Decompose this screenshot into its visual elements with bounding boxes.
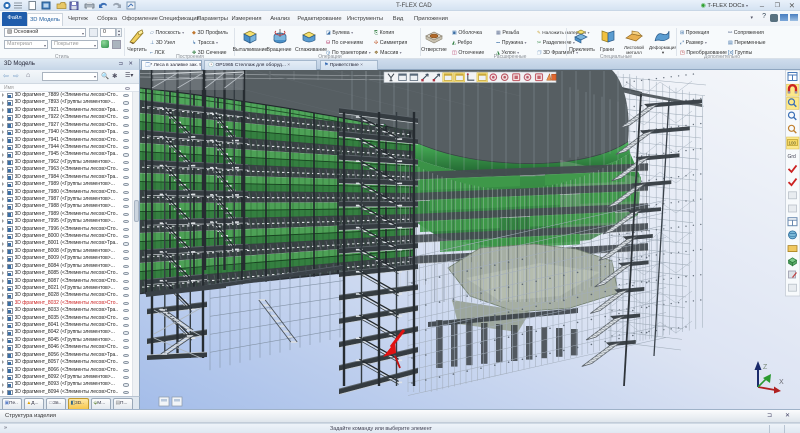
svg-text:Z: Z bbox=[763, 364, 768, 371]
svg-text:X: X bbox=[779, 379, 784, 386]
svg-text:100: 100 bbox=[789, 141, 797, 146]
svg-text:Grd: Grd bbox=[788, 154, 797, 160]
